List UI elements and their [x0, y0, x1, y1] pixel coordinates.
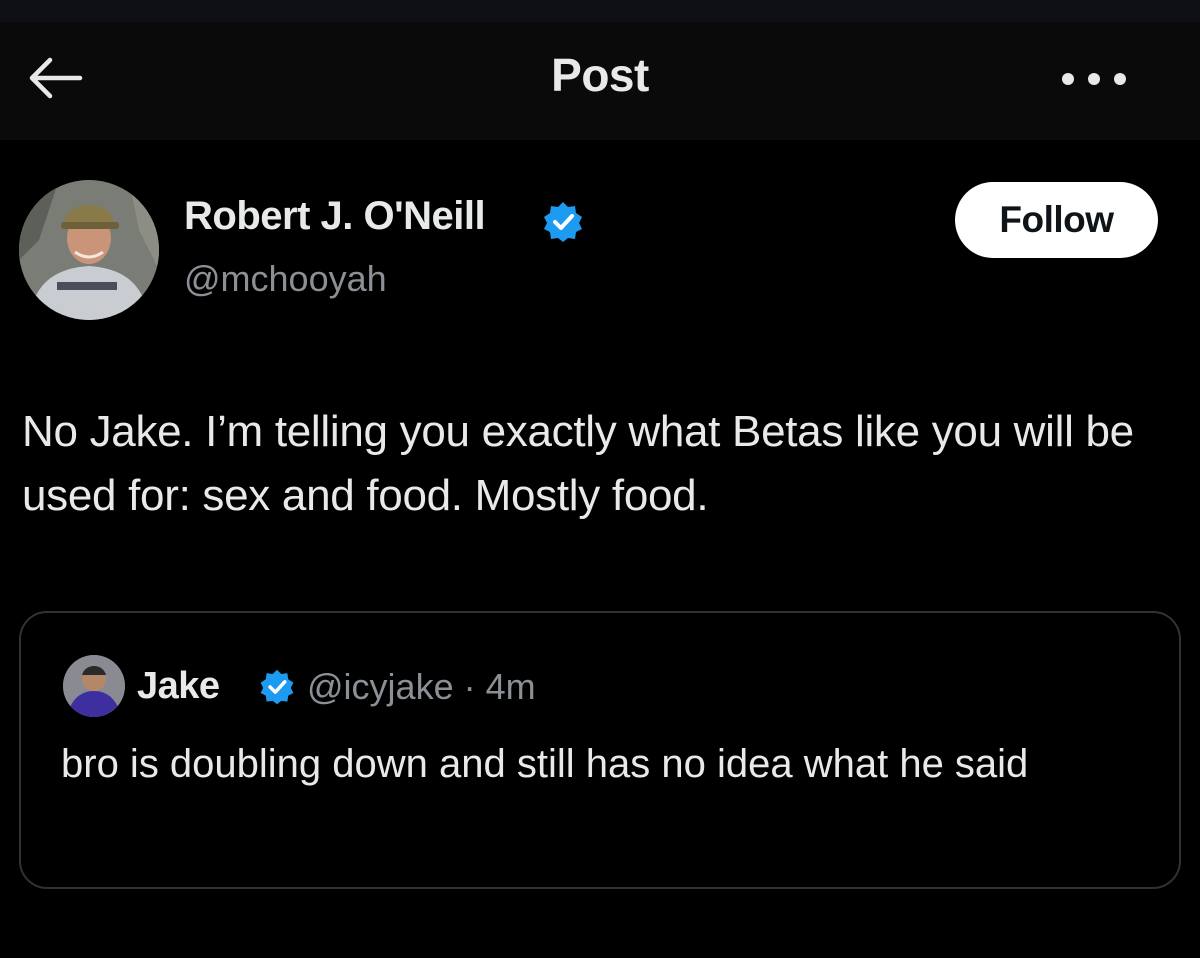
- status-strip: [0, 0, 1200, 22]
- quoted-author-name[interactable]: Jake: [137, 665, 220, 708]
- author-avatar[interactable]: [19, 180, 159, 320]
- author-name[interactable]: Robert J. O'Neill: [184, 194, 486, 239]
- more-horizontal-icon: [1056, 73, 1132, 98]
- quoted-author-avatar[interactable]: [63, 655, 125, 717]
- top-bar: Post: [0, 22, 1200, 140]
- quoted-post-text: bro is doubling down and still has no id…: [61, 742, 1029, 786]
- more-options-button[interactable]: [1056, 64, 1132, 94]
- follow-button[interactable]: Follow: [955, 182, 1158, 258]
- verified-badge-icon: [258, 668, 296, 706]
- page-title: Post: [551, 49, 649, 101]
- post-text: No Jake. I’m telling you exactly what Be…: [22, 407, 1134, 520]
- verified-badge-icon: [541, 200, 585, 244]
- author-handle[interactable]: @mchooyah: [184, 258, 387, 300]
- post-author-row: Robert J. O'Neill @mchooyah Follow: [0, 178, 1200, 328]
- quoted-post-card[interactable]: Jake @icyjake · 4m bro is doubling down …: [19, 611, 1181, 889]
- quoted-post-meta: @icyjake · 4m: [307, 666, 536, 707]
